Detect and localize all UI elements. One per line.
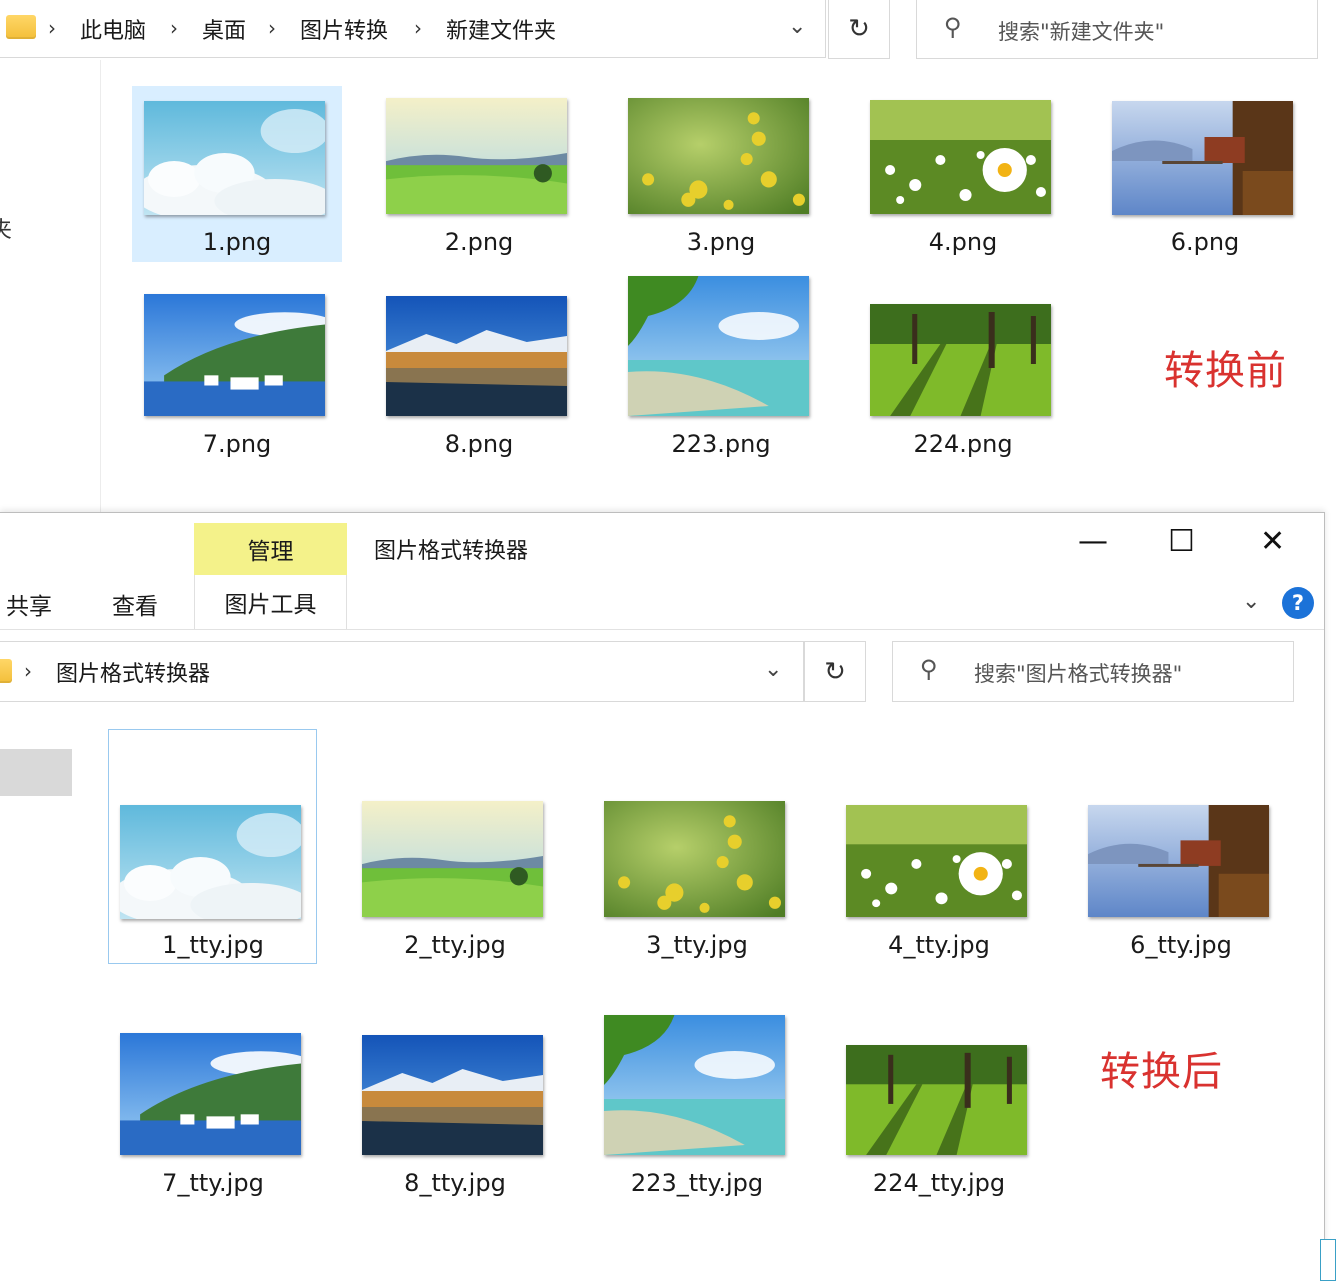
- chevron-right-icon[interactable]: ›: [170, 16, 178, 40]
- chevron-down-icon[interactable]: ⌄: [764, 657, 782, 682]
- explorer-window-after: 管理 图片工具 共享 查看 图片格式转换器 — ☐ ✕ ⌄ ? › 图片格式转换…: [0, 512, 1336, 1281]
- file-thumbnail[interactable]: [870, 100, 1051, 214]
- file-name[interactable]: 1_tty.jpg: [103, 931, 323, 959]
- tab-manage-label: 管理: [247, 539, 294, 565]
- refresh-icon: ↻: [848, 13, 870, 44]
- tab-picture-tools[interactable]: 图片工具: [194, 575, 347, 629]
- file-thumbnail[interactable]: [1088, 805, 1269, 917]
- chevron-right-icon[interactable]: ›: [268, 16, 276, 40]
- search-icon: ⚲: [920, 655, 938, 683]
- file-thumbnail[interactable]: [628, 98, 809, 214]
- search-placeholder[interactable]: 搜索"图片格式转换器": [974, 658, 1182, 688]
- annotation-after: 转换后: [1100, 1049, 1223, 1095]
- folder-icon: [0, 659, 12, 683]
- tab-manage[interactable]: 管理: [194, 523, 347, 575]
- file-thumbnail[interactable]: [1112, 101, 1293, 215]
- file-name[interactable]: 7_tty.jpg: [103, 1169, 323, 1197]
- file-name[interactable]: 8_tty.jpg: [345, 1169, 565, 1197]
- search-icon: ⚲: [944, 13, 962, 41]
- explorer-window-before: › 此电脑 › 桌面 › 图片转换 › 新建文件夹 ⌄ ↻ ⚲ 搜索"新建文件夹…: [0, 0, 1336, 515]
- file-name[interactable]: 8.png: [369, 430, 589, 458]
- nav-pane-selected-item[interactable]: [0, 749, 72, 796]
- chevron-right-icon[interactable]: ›: [48, 16, 56, 40]
- file-thumbnail[interactable]: [386, 296, 567, 416]
- refresh-button[interactable]: ↻: [828, 0, 890, 59]
- refresh-icon: ↻: [824, 656, 846, 687]
- file-name[interactable]: 2_tty.jpg: [345, 931, 565, 959]
- breadcrumb-item[interactable]: 图片转换: [300, 13, 388, 45]
- file-name[interactable]: 224_tty.jpg: [829, 1169, 1049, 1197]
- file-thumbnail[interactable]: [386, 98, 567, 214]
- file-thumbnail[interactable]: [144, 101, 325, 215]
- chevron-down-icon[interactable]: ⌄: [1242, 589, 1260, 614]
- file-name[interactable]: 6_tty.jpg: [1071, 931, 1291, 959]
- file-thumbnail[interactable]: [144, 294, 325, 416]
- close-button[interactable]: ✕: [1260, 527, 1285, 557]
- file-name[interactable]: 6.png: [1095, 228, 1315, 256]
- chevron-right-icon[interactable]: ›: [414, 16, 422, 40]
- chevron-right-icon[interactable]: ›: [24, 659, 32, 683]
- file-name[interactable]: 4_tty.jpg: [829, 931, 1049, 959]
- scrollbar-thumb[interactable]: [1320, 1239, 1336, 1281]
- file-thumbnail[interactable]: [120, 805, 301, 919]
- nav-pane-item-fragment[interactable]: 夹: [0, 212, 12, 244]
- file-name[interactable]: 3_tty.jpg: [587, 931, 807, 959]
- file-thumbnail[interactable]: [846, 805, 1027, 917]
- file-name[interactable]: 223.png: [611, 430, 831, 458]
- folder-icon: [6, 15, 36, 39]
- file-name[interactable]: 1.png: [127, 228, 347, 256]
- nav-pane-divider: [100, 60, 101, 512]
- tab-view[interactable]: 查看: [112, 587, 158, 621]
- refresh-button[interactable]: ↻: [804, 641, 866, 702]
- window-title: 图片格式转换器: [374, 539, 529, 564]
- file-name[interactable]: 7.png: [127, 430, 347, 458]
- breadcrumb-item-current[interactable]: 图片格式转换器: [56, 656, 210, 688]
- file-thumbnail[interactable]: [120, 1033, 301, 1155]
- breadcrumb-item-current[interactable]: 新建文件夹: [446, 13, 556, 45]
- help-icon[interactable]: ?: [1282, 587, 1314, 619]
- minimize-button[interactable]: —: [1078, 527, 1108, 557]
- file-thumbnail[interactable]: [846, 1045, 1027, 1155]
- file-name[interactable]: 223_tty.jpg: [587, 1169, 807, 1197]
- file-thumbnail[interactable]: [362, 801, 543, 917]
- breadcrumb-item[interactable]: 桌面: [202, 13, 246, 45]
- file-thumbnail[interactable]: [604, 1015, 785, 1155]
- breadcrumb-item[interactable]: 此电脑: [80, 13, 146, 45]
- file-thumbnail[interactable]: [870, 304, 1051, 416]
- file-thumbnail[interactable]: [628, 276, 809, 416]
- tab-picture-tools-label: 图片工具: [224, 592, 317, 618]
- tab-share[interactable]: 共享: [6, 587, 52, 621]
- file-thumbnail[interactable]: [604, 801, 785, 917]
- file-name[interactable]: 4.png: [853, 228, 1073, 256]
- chevron-down-icon[interactable]: ⌄: [788, 14, 806, 39]
- file-name[interactable]: 2.png: [369, 228, 589, 256]
- file-name[interactable]: 224.png: [853, 430, 1073, 458]
- file-thumbnail[interactable]: [362, 1035, 543, 1155]
- file-name[interactable]: 3.png: [611, 228, 831, 256]
- annotation-before: 转换前: [1164, 348, 1287, 394]
- search-placeholder[interactable]: 搜索"新建文件夹": [998, 16, 1164, 46]
- maximize-button[interactable]: ☐: [1168, 527, 1195, 557]
